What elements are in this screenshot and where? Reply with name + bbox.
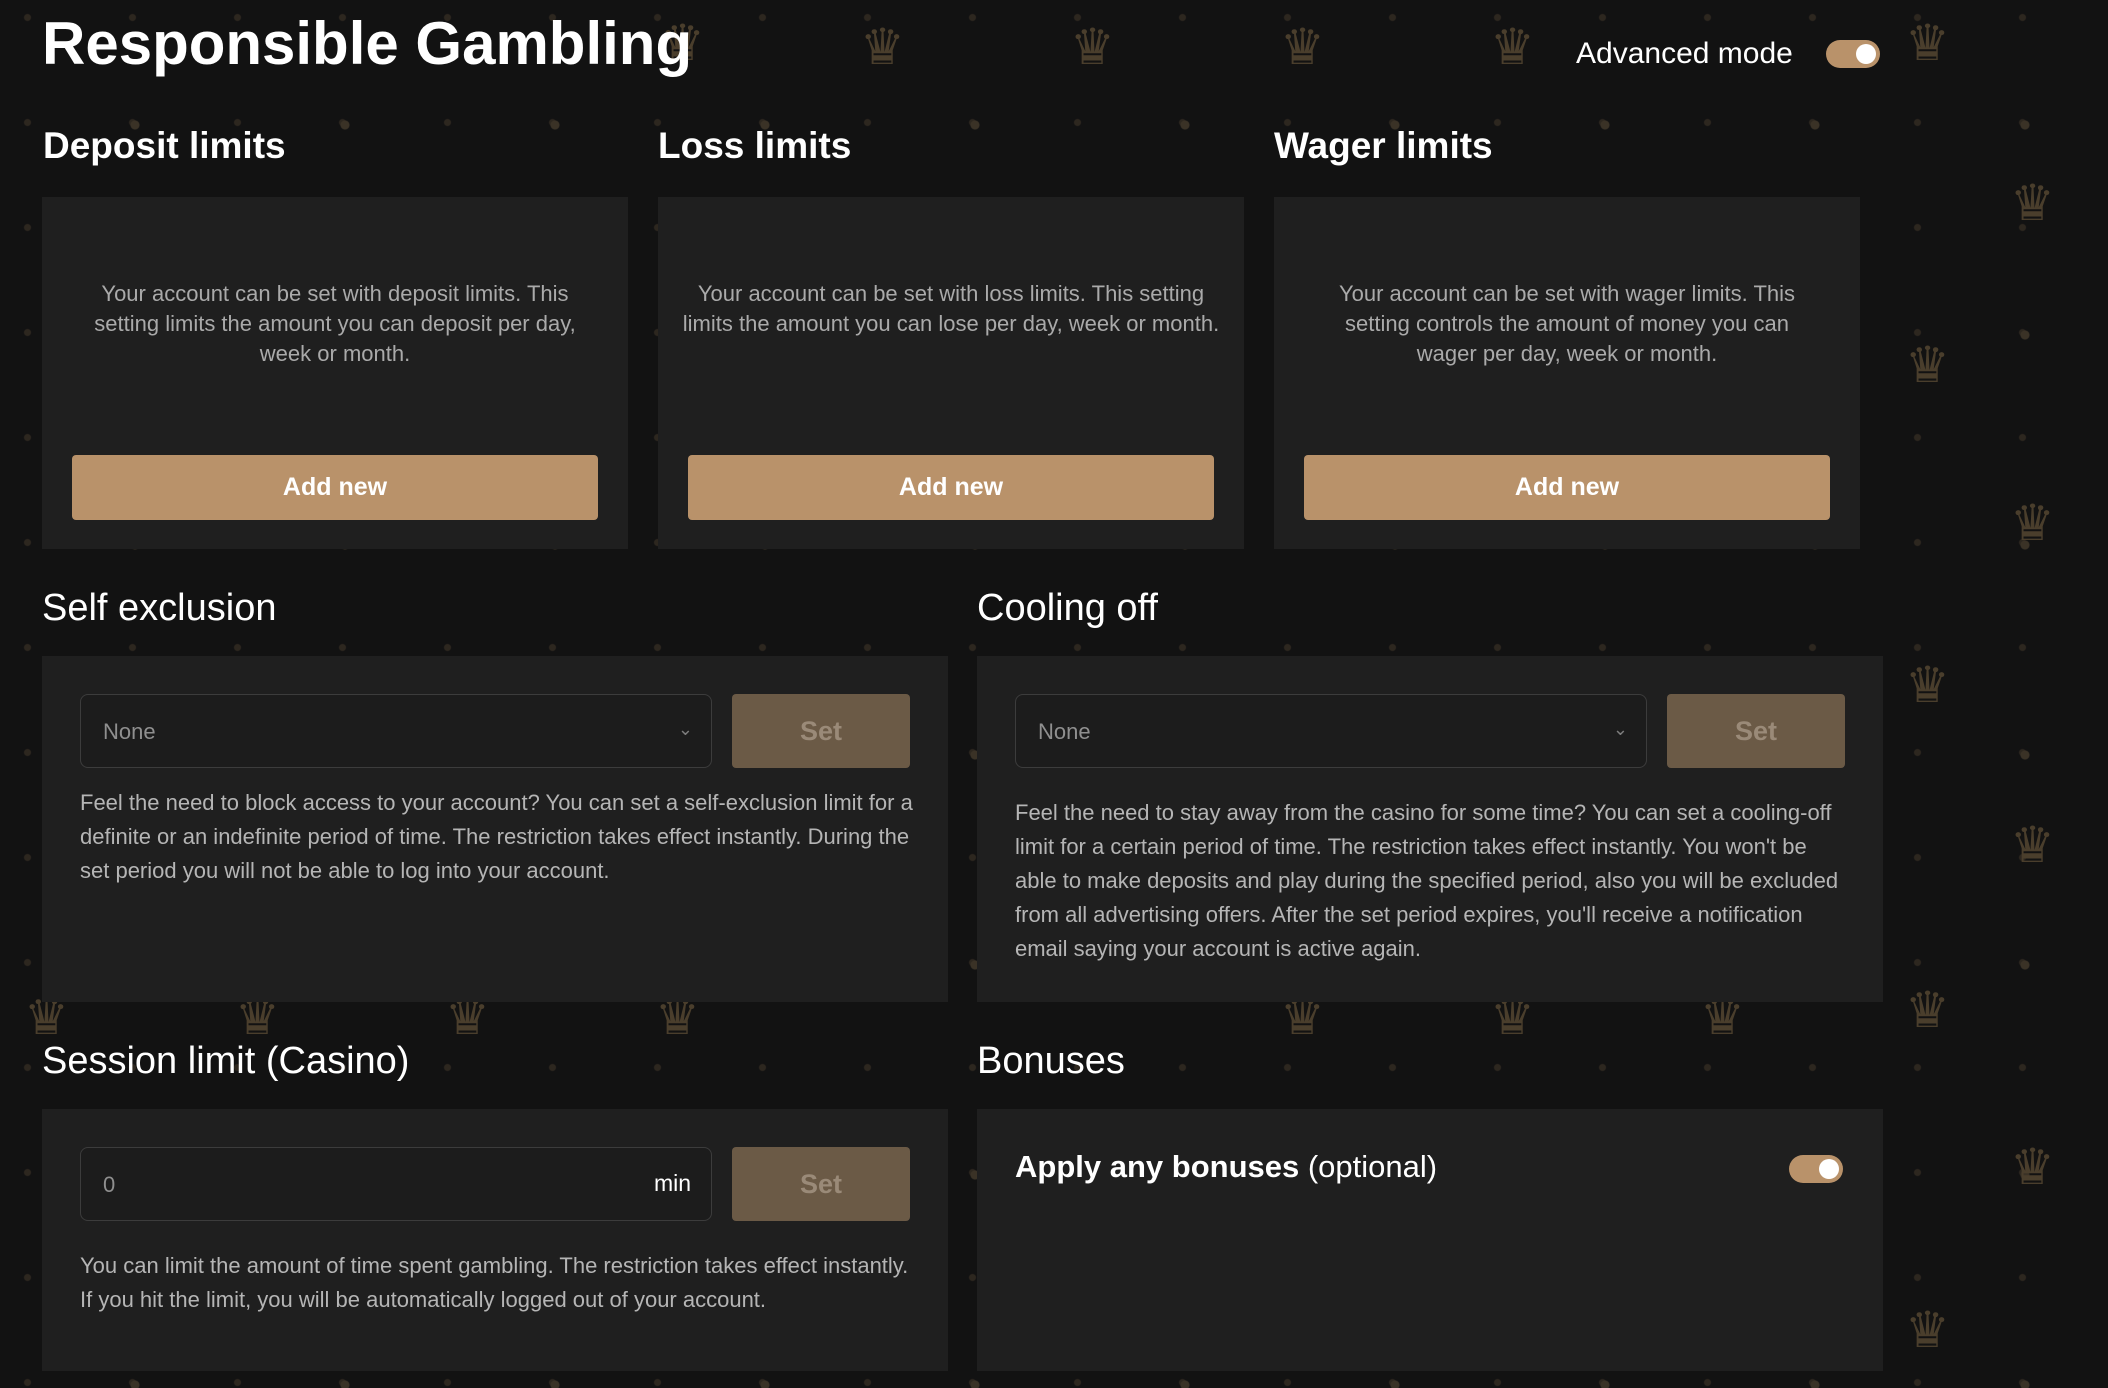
loss-limits-title: Loss limits bbox=[658, 125, 852, 166]
bonuses-title: Bonuses bbox=[977, 1040, 1125, 1082]
crown-pattern-icon: ♛ bbox=[1905, 14, 1950, 72]
self-exclusion-select[interactable]: None ⌄ bbox=[80, 694, 712, 768]
crown-pattern-icon: ♛ bbox=[1905, 336, 1950, 394]
crown-pattern-icon: ♛ bbox=[2010, 494, 2055, 552]
crown-pattern-icon: ♛ bbox=[1905, 1301, 1950, 1359]
add-deposit-limit-button[interactable]: Add new bbox=[72, 455, 598, 520]
add-wager-limit-button[interactable]: Add new bbox=[1304, 455, 1830, 520]
self-exclusion-set-button[interactable]: Set bbox=[732, 694, 910, 768]
cooling-off-set-button[interactable]: Set bbox=[1667, 694, 1845, 768]
loss-limits-description: Your account can be set with loss limits… bbox=[682, 281, 1220, 336]
crown-pattern-icon: ♛ bbox=[1070, 18, 1115, 76]
crown-pattern-icon: ♛ bbox=[1905, 981, 1950, 1039]
toggle-knob bbox=[1856, 44, 1876, 64]
loss-limits-card: Your account can be set with loss limits… bbox=[658, 197, 1244, 549]
cooling-off-title: Cooling off bbox=[977, 587, 1158, 629]
session-limit-set-button[interactable]: Set bbox=[732, 1147, 910, 1221]
session-limit-unit: min bbox=[653, 1170, 691, 1196]
deposit-limits-card: Your account can be set with deposit lim… bbox=[42, 197, 628, 549]
wager-limits-description: Your account can be set with wager limit… bbox=[1338, 281, 1796, 366]
crown-pattern-icon: ♛ bbox=[2010, 174, 2055, 232]
cooling-off-select-value: None bbox=[1038, 719, 1091, 744]
page-title: Responsible Gambling bbox=[42, 10, 693, 77]
apply-bonuses-label: Apply any bonuses (optional) bbox=[1015, 1147, 1437, 1187]
self-exclusion-title: Self exclusion bbox=[42, 587, 277, 629]
session-limit-input[interactable]: 0 min bbox=[80, 1147, 712, 1221]
chevron-down-icon: ⌄ bbox=[1612, 719, 1628, 739]
crown-pattern-icon: ♛ bbox=[2010, 816, 2055, 874]
advanced-mode-toggle[interactable] bbox=[1826, 40, 1880, 68]
wager-limits-title: Wager limits bbox=[1274, 125, 1493, 166]
apply-bonuses-toggle[interactable] bbox=[1789, 1155, 1843, 1183]
apply-bonuses-text: Apply any bonuses bbox=[1015, 1149, 1300, 1184]
crown-pattern-icon: ♛ bbox=[1905, 656, 1950, 714]
crown-pattern-icon: ♛ bbox=[2010, 1138, 2055, 1196]
advanced-mode-label: Advanced mode bbox=[1576, 37, 1793, 70]
self-exclusion-select-value: None bbox=[103, 719, 156, 744]
deposit-limits-description: Your account can be set with deposit lim… bbox=[94, 281, 576, 366]
wager-limits-card: Your account can be set with wager limit… bbox=[1274, 197, 1860, 549]
cooling-off-description: Feel the need to stay away from the casi… bbox=[1015, 800, 1839, 961]
session-limit-card: 0 min Set You can limit the amount of ti… bbox=[42, 1109, 948, 1371]
session-limit-description: You can limit the amount of time spent g… bbox=[80, 1253, 909, 1312]
crown-pattern-icon: ♛ bbox=[860, 18, 905, 76]
chevron-down-icon: ⌄ bbox=[677, 719, 693, 739]
cooling-off-card: None ⌄ Set Feel the need to stay away fr… bbox=[977, 656, 1883, 1002]
toggle-knob bbox=[1819, 1159, 1839, 1179]
add-loss-limit-button[interactable]: Add new bbox=[688, 455, 1214, 520]
apply-bonuses-optional: (optional) bbox=[1307, 1149, 1438, 1184]
crown-pattern-icon: ♛ bbox=[1280, 18, 1325, 76]
session-limit-value: 0 bbox=[103, 1172, 116, 1197]
cooling-off-select[interactable]: None ⌄ bbox=[1015, 694, 1647, 768]
deposit-limits-title: Deposit limits bbox=[43, 125, 286, 166]
crown-pattern-icon: ♛ bbox=[1490, 18, 1535, 76]
self-exclusion-description: Feel the need to block access to your ac… bbox=[80, 790, 913, 883]
session-limit-title: Session limit (Casino) bbox=[42, 1040, 410, 1082]
self-exclusion-card: None ⌄ Set Feel the need to block access… bbox=[42, 656, 948, 1002]
bonuses-card: Apply any bonuses (optional) bbox=[977, 1109, 1883, 1371]
